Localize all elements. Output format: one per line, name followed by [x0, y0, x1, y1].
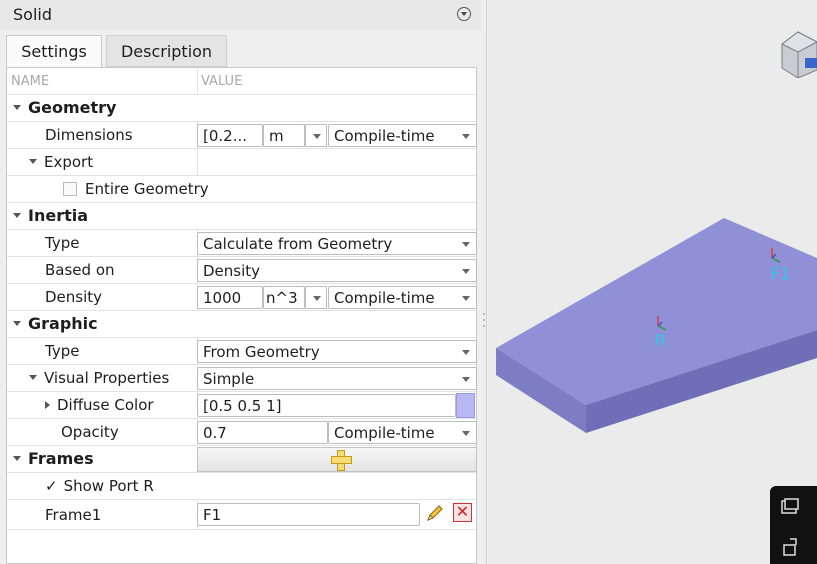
view-cube-icon[interactable]	[780, 30, 817, 78]
inertia-type-label: Type	[45, 234, 80, 252]
frame1-name-input[interactable]: F1	[197, 503, 420, 526]
export-label: Export	[44, 153, 94, 171]
section-frames[interactable]: Frames	[7, 446, 477, 473]
chevron-down-icon	[462, 242, 470, 247]
column-header-name: NAME	[11, 74, 50, 89]
section-graphic[interactable]: Graphic	[7, 311, 476, 338]
based-on-value: Density	[203, 262, 261, 280]
density-label: Density	[45, 288, 103, 306]
plus-icon	[331, 450, 352, 471]
opacity-mode-value: Compile-time	[334, 424, 435, 442]
section-geometry[interactable]: Geometry	[7, 95, 476, 122]
chevron-down-icon	[462, 377, 470, 382]
diffuse-color-input[interactable]: [0.5 0.5 1]	[197, 394, 456, 417]
frame1-label: Frame1	[45, 506, 102, 524]
density-unit-input[interactable]: n^3	[263, 286, 305, 309]
expand-triangle-icon[interactable]	[13, 105, 21, 110]
based-on-label: Based on	[45, 261, 115, 279]
row-export[interactable]: Export	[7, 149, 476, 176]
opacity-mode-select[interactable]: Compile-time	[328, 421, 477, 444]
3d-viewport[interactable]: R F1	[488, 0, 817, 564]
panel-header: Solid	[0, 0, 481, 30]
graphic-type-label: Type	[45, 342, 80, 360]
chevron-down-icon	[462, 296, 470, 301]
show-port-label: Show Port R	[63, 477, 154, 495]
pencil-icon[interactable]	[425, 503, 445, 523]
tab-settings[interactable]: Settings	[6, 35, 102, 67]
row-dimensions: Dimensions [0.2... m Compile-time	[7, 122, 477, 149]
tab-description[interactable]: Description	[106, 35, 227, 67]
section-label: Geometry	[28, 98, 117, 117]
chevron-down-icon	[462, 134, 470, 139]
entire-geometry-label: Entire Geometry	[85, 180, 209, 198]
row-visual-properties[interactable]: Visual Properties Simple	[7, 365, 477, 392]
fit-view-icon[interactable]	[782, 538, 798, 556]
section-inertia[interactable]: Inertia	[7, 203, 476, 230]
color-swatch-button[interactable]	[456, 393, 475, 418]
visual-properties-label: Visual Properties	[44, 369, 170, 387]
window-icon[interactable]	[781, 498, 799, 516]
expand-triangle-icon[interactable]	[29, 375, 37, 380]
graphic-type-select[interactable]: From Geometry	[197, 340, 477, 363]
section-label: Graphic	[28, 314, 98, 333]
unit-dropdown-button[interactable]	[305, 286, 327, 309]
expand-triangle-icon[interactable]	[29, 159, 37, 164]
graphic-type-value: From Geometry	[203, 343, 320, 361]
row-opacity: Opacity 0.7 Compile-time	[7, 419, 477, 446]
column-header-value: VALUE	[201, 74, 243, 89]
opacity-input[interactable]: 0.7	[197, 421, 328, 444]
splitter-grip-icon[interactable]	[481, 300, 487, 340]
column-header-row: NAME VALUE	[7, 68, 476, 95]
row-graphic-type: Type From Geometry	[7, 338, 477, 365]
collapse-icon[interactable]	[457, 7, 471, 21]
opacity-label: Opacity	[61, 423, 119, 441]
row-entire-geometry: Entire Geometry	[7, 176, 476, 203]
delete-frame-button[interactable]: ✕	[453, 503, 472, 522]
density-mode-value: Compile-time	[334, 289, 435, 307]
unit-dropdown-button[interactable]	[305, 124, 327, 147]
expand-triangle-right-icon[interactable]	[45, 401, 50, 409]
section-label: Frames	[28, 449, 94, 468]
inertia-type-value: Calculate from Geometry	[203, 235, 393, 253]
expand-triangle-icon[interactable]	[13, 213, 21, 218]
dimensions-input[interactable]: [0.2...	[197, 124, 263, 147]
row-show-port: ✓ Show Port R	[7, 473, 476, 500]
visual-properties-value: Simple	[203, 370, 255, 388]
dimensions-label: Dimensions	[45, 126, 133, 144]
row-based-on: Based on Density	[7, 257, 477, 284]
based-on-select[interactable]: Density	[197, 259, 477, 282]
expand-triangle-icon[interactable]	[13, 456, 21, 461]
add-frame-button[interactable]	[197, 447, 477, 472]
density-input[interactable]: 1000	[197, 286, 263, 309]
row-diffuse-color[interactable]: Diffuse Color [0.5 0.5 1]	[7, 392, 476, 419]
panel-title: Solid	[13, 5, 52, 24]
density-mode-select[interactable]: Compile-time	[328, 286, 477, 309]
show-port-checkbox[interactable]: ✓	[45, 477, 58, 495]
dimensions-mode-select[interactable]: Compile-time	[328, 124, 477, 147]
chevron-down-icon	[462, 269, 470, 274]
entire-geometry-checkbox[interactable]	[63, 182, 77, 196]
dimensions-unit-input[interactable]: m	[263, 124, 305, 147]
inertia-type-select[interactable]: Calculate from Geometry	[197, 232, 477, 255]
section-label: Inertia	[28, 206, 89, 225]
property-panel: Solid Settings Description NAME VALUE Ge…	[0, 0, 487, 564]
diffuse-color-label: Diffuse Color	[57, 396, 154, 414]
frame-label-f1: F1	[771, 264, 791, 283]
chevron-down-icon	[462, 431, 470, 436]
dimensions-mode-value: Compile-time	[334, 127, 435, 145]
view-toolbar	[770, 486, 817, 564]
expand-triangle-icon[interactable]	[13, 321, 21, 326]
chevron-down-icon	[462, 350, 470, 355]
row-frame1: Frame1 F1 ✕	[7, 500, 476, 530]
visual-properties-select[interactable]: Simple	[197, 367, 477, 390]
frame-label-r: R	[655, 331, 667, 350]
row-inertia-type: Type Calculate from Geometry	[7, 230, 477, 257]
solid-body	[496, 218, 817, 433]
property-sheet: NAME VALUE Geometry Dimensions [0.2... m…	[6, 67, 477, 564]
row-density: Density 1000 n^3 Compile-time	[7, 284, 477, 311]
